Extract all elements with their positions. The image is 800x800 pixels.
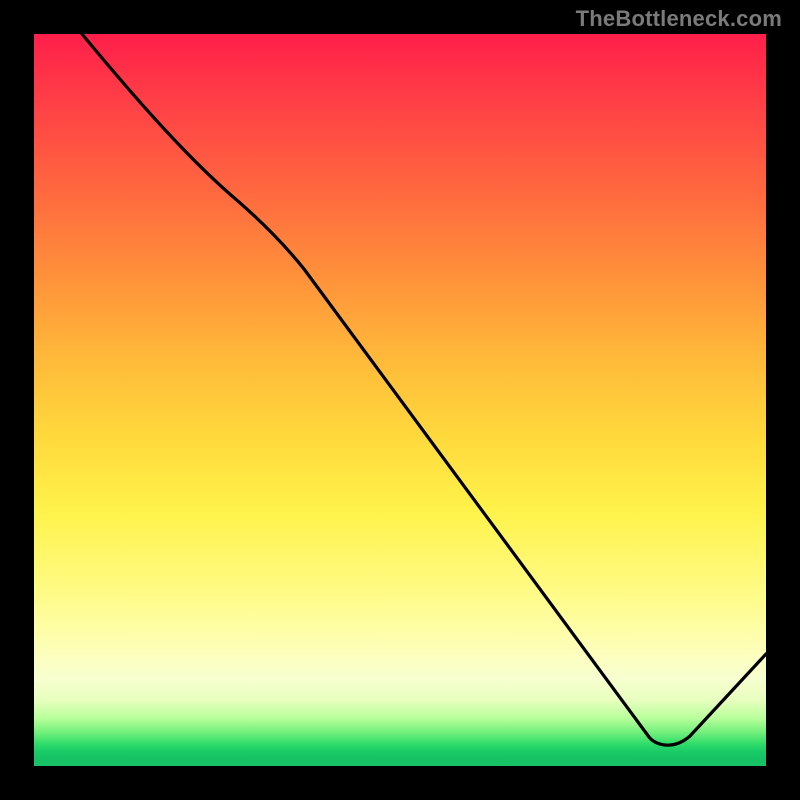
bottleneck-curve	[34, 34, 766, 766]
watermark-text: TheBottleneck.com	[576, 6, 782, 32]
plot-frame	[30, 30, 770, 770]
plot-area	[34, 34, 766, 766]
chart-container: TheBottleneck.com	[0, 0, 800, 800]
